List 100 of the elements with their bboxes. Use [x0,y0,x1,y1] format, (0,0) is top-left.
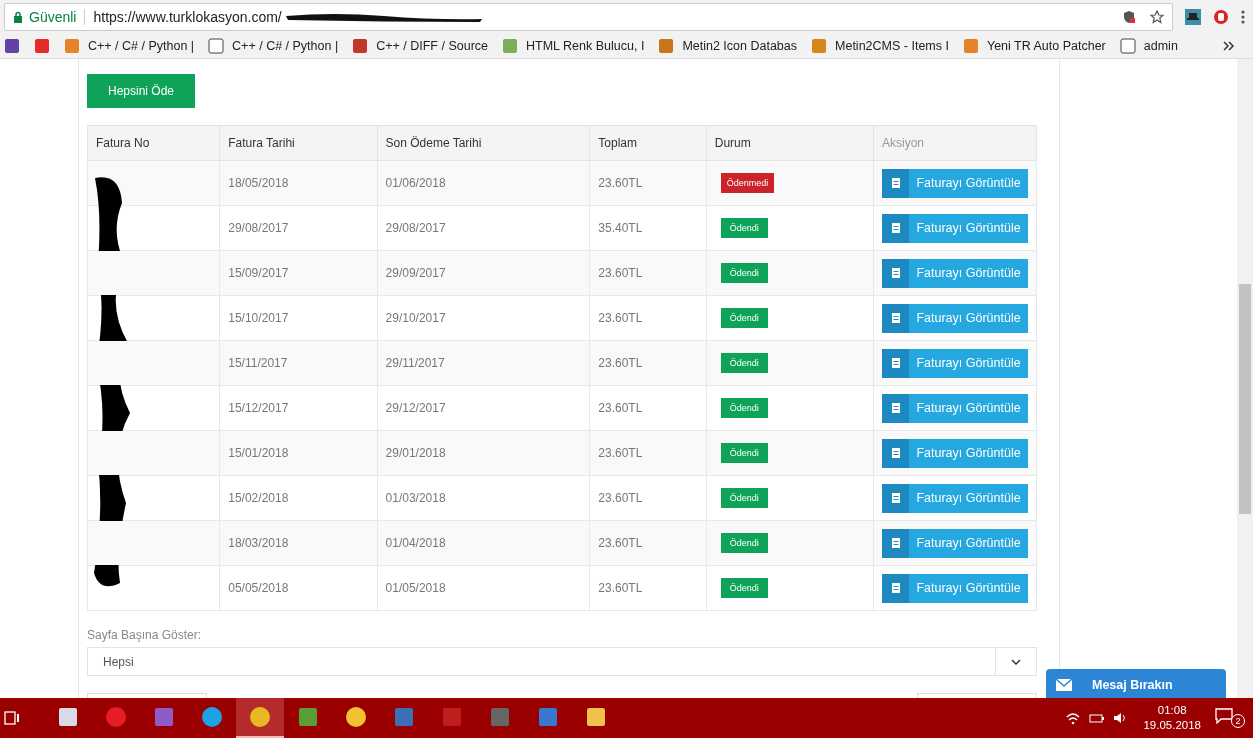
favicon-icon [658,38,675,54]
taskbar-app[interactable] [236,698,284,738]
document-icon [891,403,900,413]
per-page-label: Sayfa Başına Göster: [87,628,203,642]
table-cell: 29/09/2017 [377,250,590,296]
document-icon [891,493,900,503]
app-icon [440,705,464,729]
bookmark[interactable]: Yeni TR Auto Patcher [962,38,1106,54]
security-label: Güvenli [29,9,77,25]
task-view-icon[interactable] [4,711,20,725]
menu-icon[interactable] [1241,9,1245,25]
table-cell: 23.60TL [589,295,707,341]
app-icon [536,705,560,729]
favicon-icon [4,38,20,54]
table-cell: 23.60TL [589,160,707,206]
chat-button[interactable]: Mesaj Bırakın [1046,669,1226,698]
view-invoice-button[interactable]: Faturayı Görüntüle [882,213,1028,243]
document-icon [891,223,900,233]
table-cell: 23.60TL [589,475,707,521]
document-icon [891,538,900,548]
table-cell: 15/09/2017 [219,250,378,296]
table-cell: 05/05/2018 [219,565,378,611]
bookmark[interactable]: C++ / DIFF / Source [352,38,489,54]
page-icon [208,38,225,54]
bookmark[interactable]: Metin2CMS - Items I [811,38,949,54]
table-cell: 35.40TL [589,205,707,251]
table-cell: 29/12/2017 [377,385,590,431]
column-header: Toplam [589,125,707,161]
view-invoice-button[interactable]: Faturayı Görüntüle [882,393,1028,423]
app-icon [200,705,224,729]
column-header: Fatura Tarihi [219,125,378,161]
envelope-icon [1056,679,1072,691]
table-cell: 29/01/2018 [377,430,590,476]
per-page-select[interactable]: Hepsi [87,647,1037,676]
document-icon [891,583,900,593]
column-header: Durum [706,125,874,161]
app-icon [584,705,608,729]
app-icon [56,705,80,729]
table-cell: 15/02/2018 [219,475,378,521]
status-label: Ödendi [720,353,768,373]
table-cell: 29/11/2017 [377,340,590,386]
document-icon [891,268,900,278]
bookmark[interactable] [4,38,20,54]
wifi-icon[interactable] [1065,711,1082,725]
view-invoice-button[interactable]: Faturayı Görüntüle [882,438,1028,468]
view-invoice-button[interactable]: Faturayı Görüntüle [882,168,1028,198]
column-header: Aksiyon [873,125,1037,161]
notification-icon[interactable] [1215,708,1233,724]
bookmark[interactable] [34,38,50,54]
table-cell: 01/05/2018 [377,565,590,611]
clock-date: 19.05.2018 [1143,718,1201,733]
bookmark[interactable]: Metin2 Icon Databas [658,38,798,54]
view-invoice-button[interactable]: Faturayı Görüntüle [882,573,1028,603]
view-invoice-button[interactable]: Faturayı Görüntüle [882,303,1028,333]
table-cell: 15/11/2017 [219,340,378,386]
bookmark[interactable]: C++ / C# / Python | [64,38,195,54]
table-cell: 23.60TL [589,520,707,566]
bookmark[interactable]: admin [1119,38,1178,54]
document-icon [891,313,900,323]
page-icon [1119,38,1136,54]
document-icon [891,358,900,368]
status-label: Ödendi [720,308,768,328]
document-icon [891,178,900,188]
bookmark[interactable]: HTML Renk Bulucu, I [502,38,645,54]
address-bar[interactable]: Güvenli https://www.turklokasyon.com/ [4,3,1173,31]
table-cell: 23.60TL [589,430,707,476]
table-cell: 15/10/2017 [219,295,378,341]
table-cell: 15/01/2018 [219,430,378,476]
hat-icon[interactable] [1185,9,1201,25]
table-cell: 29/08/2017 [377,205,590,251]
shield-icon[interactable] [1122,10,1136,24]
status-label: Ödendi [720,443,768,463]
battery-icon[interactable] [1089,711,1106,725]
view-invoice-button[interactable]: Faturayı Görüntüle [882,483,1028,513]
table-cell: 18/05/2018 [219,160,378,206]
table-cell: 01/06/2018 [377,160,590,206]
scrollbar[interactable] [1237,59,1253,698]
app-icon [392,705,416,729]
status-label: Ödendi [720,533,768,553]
chevron-icon[interactable] [1223,41,1235,51]
app-icon [488,705,512,729]
favicon-icon [962,38,979,54]
table-cell: 01/03/2018 [377,475,590,521]
star-icon[interactable] [1150,10,1164,24]
status-label: Ödenmedi [720,173,775,193]
view-invoice-button[interactable]: Faturayı Görüntüle [882,348,1028,378]
favicon-icon [502,38,519,54]
app-icon [248,705,272,729]
bookmark[interactable]: C++ / C# / Python | [208,38,339,54]
favicon-icon [64,38,80,54]
column-header: Fatura No [87,125,220,161]
table-cell: 23.60TL [589,565,707,611]
lock-icon [13,11,23,23]
view-invoice-button[interactable]: Faturayı Görüntüle [882,258,1028,288]
pay-all-button[interactable]: Hepsini Öde [87,74,195,108]
caret-icon [1011,658,1021,665]
table-cell: 29/10/2017 [377,295,590,341]
status-label: Ödendi [720,578,768,598]
status-label: Ödendi [720,218,768,238]
view-invoice-button[interactable]: Faturayı Görüntüle [882,528,1028,558]
